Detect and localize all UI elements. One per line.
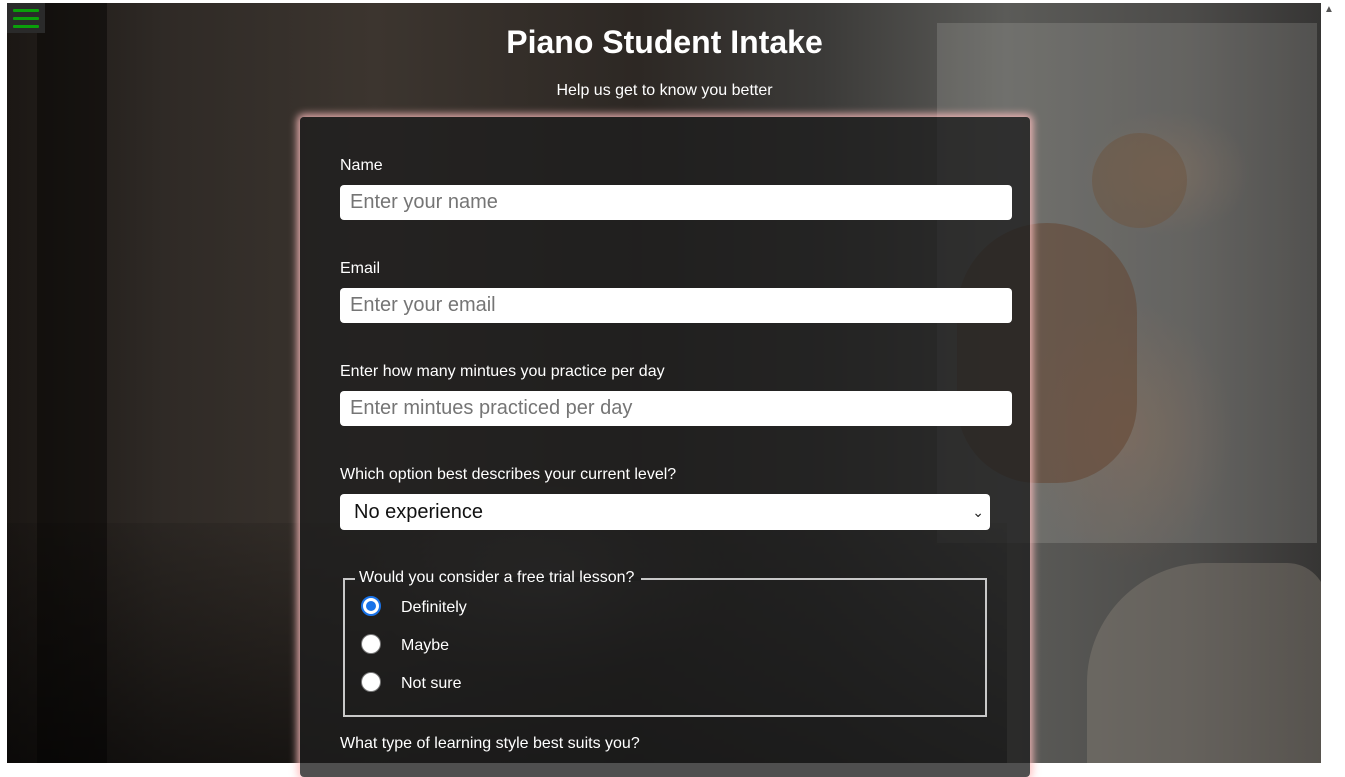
practice-minutes-label: Enter how many mintues you practice per … — [340, 363, 665, 380]
free-trial-fieldset: Would you consider a free trial lesson? … — [343, 569, 987, 717]
page-subtitle: Help us get to know you better — [556, 82, 773, 99]
background-shape — [1092, 133, 1187, 228]
background-shape — [1087, 563, 1321, 763]
radio-label: Definitely — [401, 599, 467, 616]
radio-label: Not sure — [401, 675, 462, 692]
radio-button-checked[interactable] — [361, 596, 381, 616]
intake-form: Name Email Enter how many mintues you pr… — [300, 117, 1030, 777]
name-label: Name — [340, 157, 383, 174]
chevron-down-icon: ⌄ — [972, 504, 984, 520]
level-label: Which option best describes your current… — [340, 466, 677, 483]
email-label: Email — [340, 260, 381, 277]
menu-bar — [13, 17, 39, 20]
practice-minutes-input[interactable] — [340, 391, 1012, 426]
level-select[interactable]: No experience ⌄ — [340, 494, 990, 530]
radio-label: Maybe — [401, 637, 450, 654]
email-input[interactable] — [340, 288, 1012, 323]
scroll-up-icon[interactable]: ▲ — [1323, 4, 1335, 16]
name-input[interactable] — [340, 185, 1012, 220]
menu-bar — [13, 9, 39, 12]
radio-button[interactable] — [361, 634, 381, 654]
page-title: Piano Student Intake — [506, 24, 823, 60]
free-trial-legend: Would you consider a free trial lesson? — [359, 569, 635, 586]
learning-style-label: What type of learning style best suits y… — [340, 735, 640, 752]
level-select-value: No experience — [354, 501, 483, 523]
radio-button[interactable] — [361, 672, 381, 692]
